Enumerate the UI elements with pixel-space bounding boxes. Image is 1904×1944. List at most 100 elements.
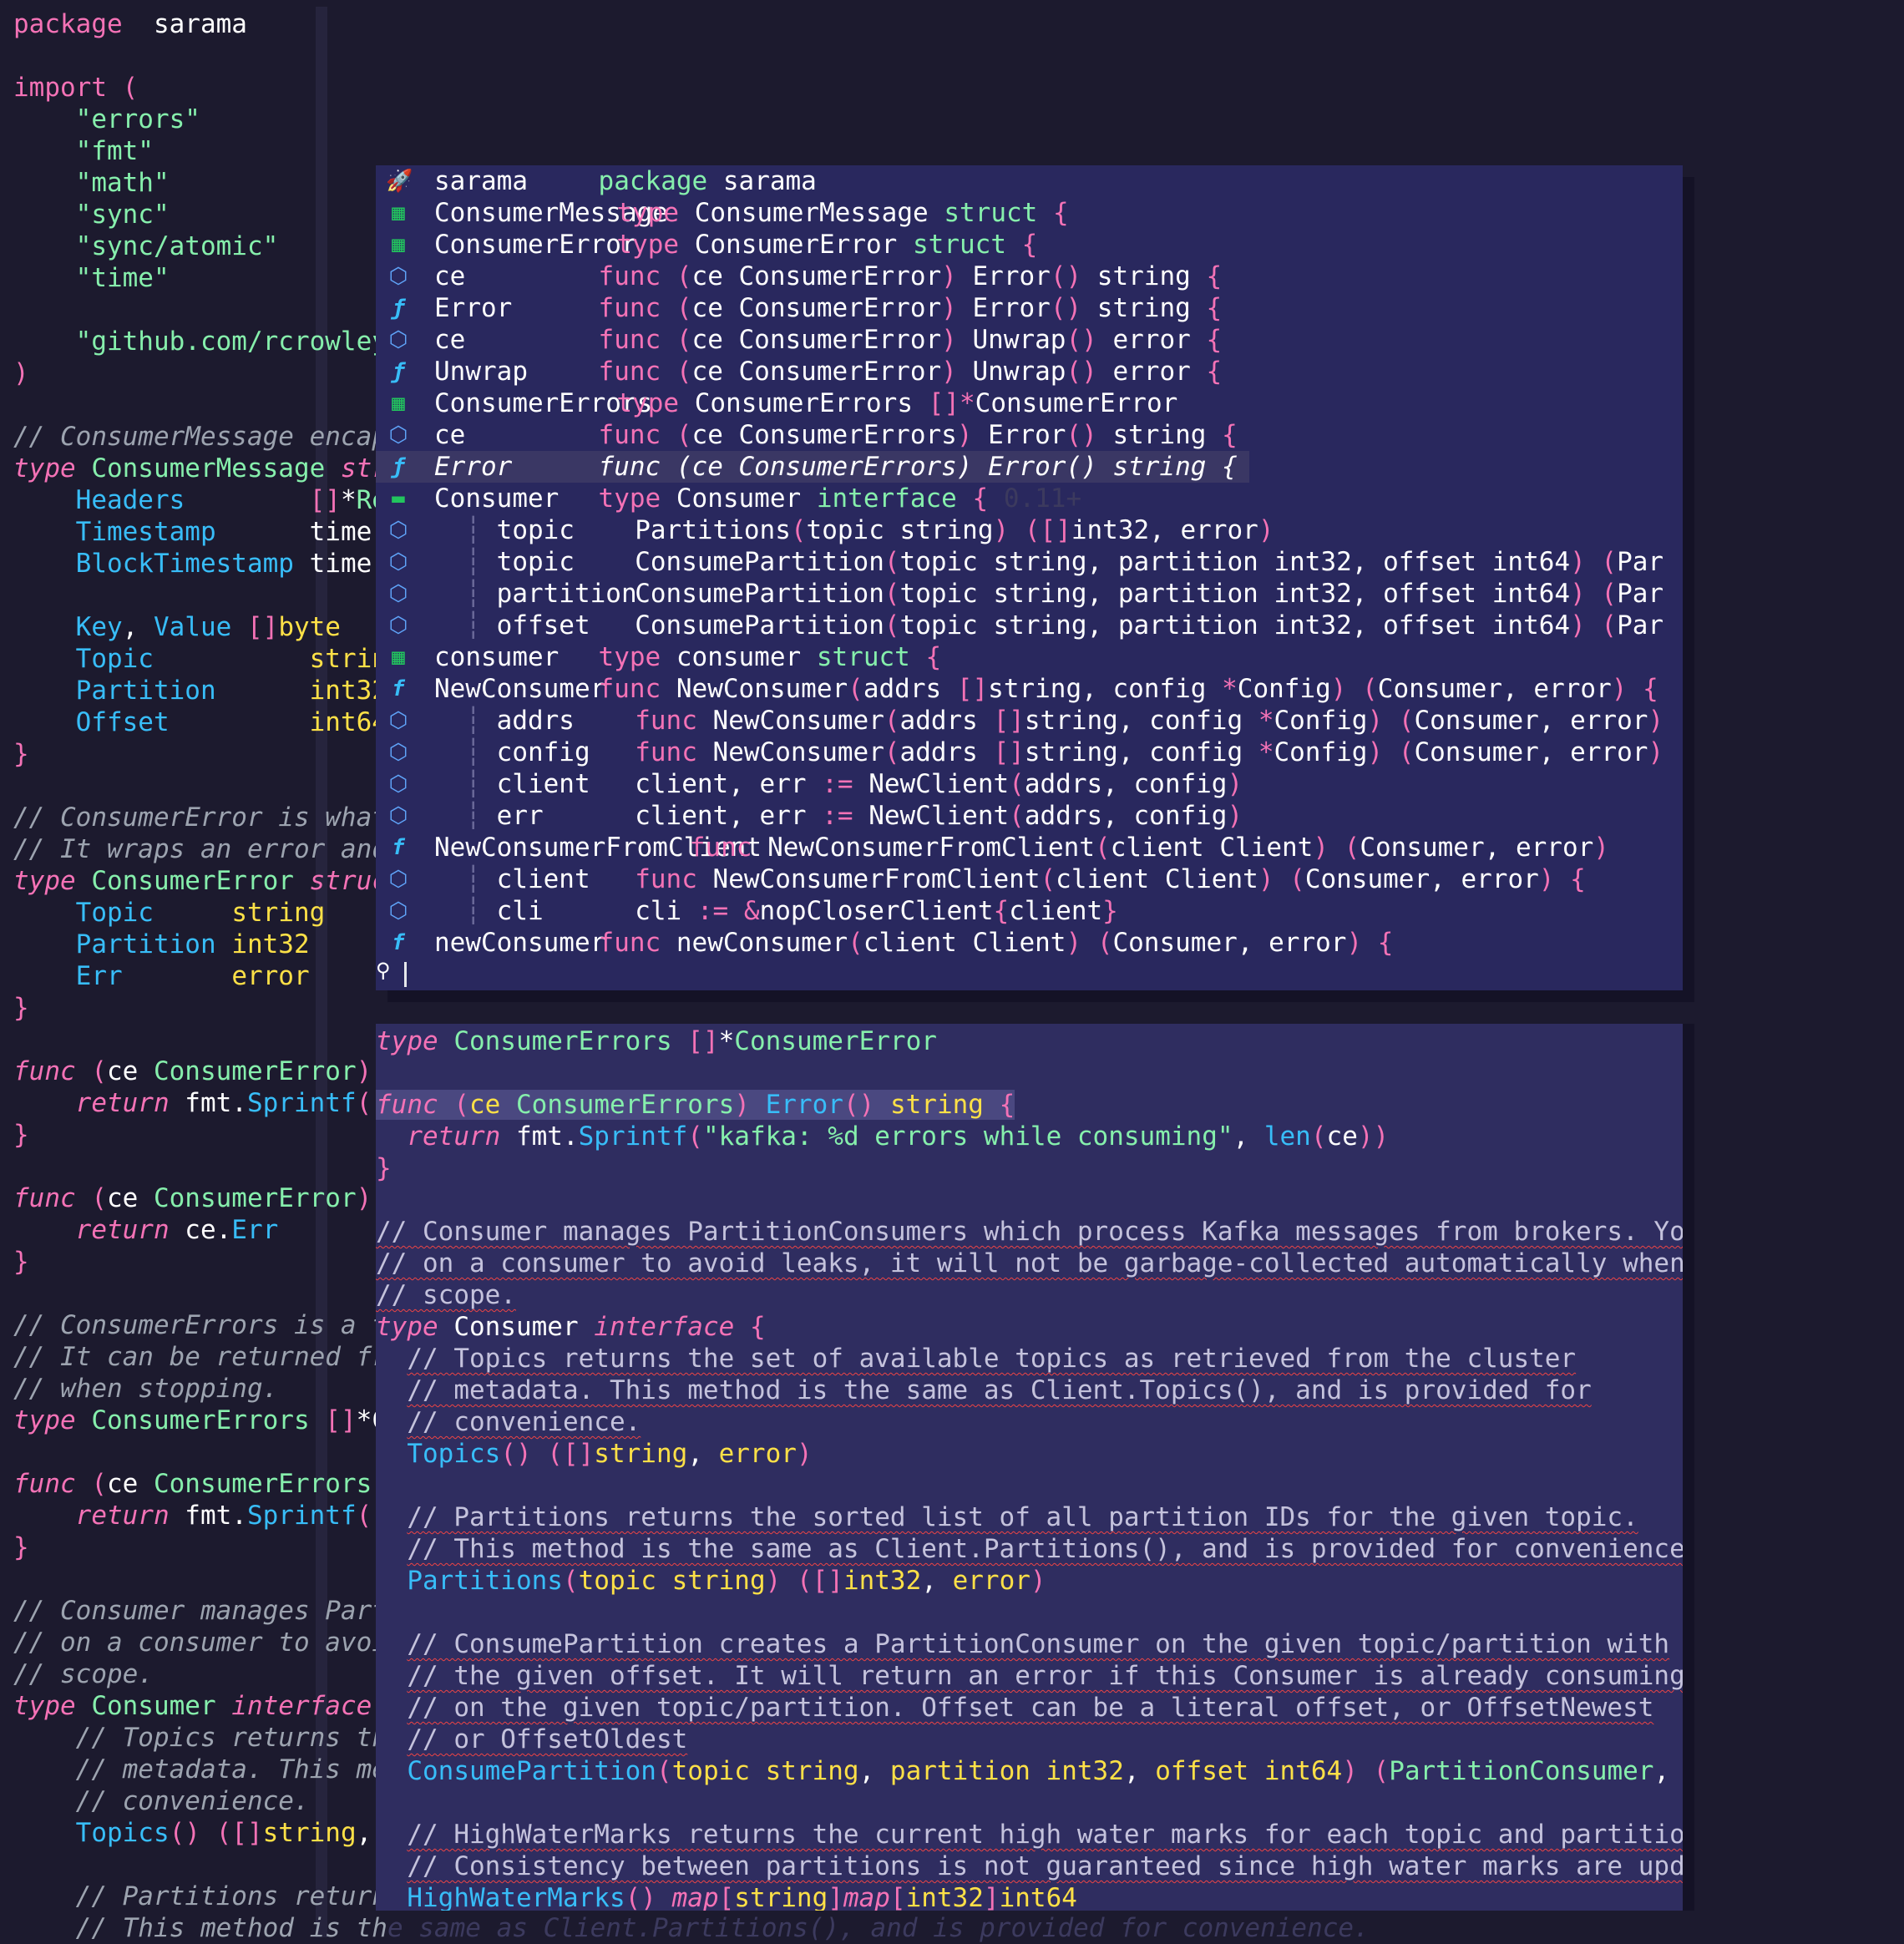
- code-token: ConsumerError: [734, 1026, 937, 1056]
- code-line[interactable]: }: [13, 1531, 29, 1563]
- code-token: {: [1206, 325, 1223, 355]
- completion-item[interactable]: ƒ Error func (ce ConsumerError) Error() st…: [376, 292, 1683, 324]
- completion-item[interactable]: ▦ ConsumerError type ConsumerError struct …: [376, 229, 1683, 261]
- code-line[interactable]: ): [13, 357, 29, 389]
- completion-item-detail: func (ce ConsumerErrors) Error() string …: [599, 419, 1238, 451]
- function-icon: ƒ: [392, 359, 405, 384]
- code-line[interactable]: import (: [13, 72, 138, 104]
- code-token: ConsumerMessage: [75, 453, 326, 483]
- completion-item[interactable]: ⬡ ┆ client func NewConsumerFromClient(cli…: [376, 863, 1683, 895]
- completion-item-label: topic: [496, 515, 575, 545]
- completion-item[interactable]: ⬡ ┆ client client, err := NewClient(addrs…: [376, 768, 1683, 800]
- completion-item[interactable]: ⬡ ce func (ce ConsumerErrors) Error() stri…: [376, 419, 1683, 451]
- code-line[interactable]: // convenience.: [13, 1785, 310, 1817]
- completion-item[interactable]: ⬡ ┆ err client, err := NewClient(addrs, c…: [376, 800, 1683, 832]
- code-line[interactable]: Topic string: [13, 897, 326, 929]
- code-line[interactable]: return ce.Err: [13, 1214, 279, 1246]
- function-icon: ƒ: [392, 454, 405, 479]
- code-line[interactable]: "math": [13, 167, 170, 199]
- code-line[interactable]: }: [13, 1246, 29, 1278]
- code-token: []: [671, 1026, 719, 1056]
- code-token: Error: [972, 420, 1066, 450]
- code-line[interactable]: // when stopping.: [13, 1373, 278, 1405]
- completion-item[interactable]: ▦ consumer type consumer struct {: [376, 641, 1683, 673]
- code-token: (: [661, 325, 692, 355]
- code-line[interactable]: Partition int32: [13, 675, 387, 706]
- code-token: ConsumerError: [153, 1183, 357, 1213]
- code-line[interactable]: Key, Value []byte: [13, 611, 341, 643]
- completion-item[interactable]: ⬡ ┆ topic ConsumePartition(topic string, …: [376, 546, 1683, 578]
- code-token: ,: [1233, 1121, 1264, 1152]
- indent-guide: ┆: [434, 864, 497, 894]
- code-line[interactable]: type ConsumerError struct {: [13, 865, 434, 897]
- code-line[interactable]: Err error: [13, 960, 310, 992]
- completion-item[interactable]: ▬ Consumer type Consumer interface { 0.11+: [376, 483, 1683, 514]
- completion-item-label: Unwrap: [434, 357, 528, 387]
- code-token: ): [1342, 1756, 1358, 1786]
- completion-item[interactable]: ⬡ ┆ addrs func NewConsumer(addrs []string…: [376, 705, 1683, 737]
- code-token: ,: [1123, 1756, 1156, 1786]
- completion-search[interactable]: ⚲: [376, 959, 1683, 990]
- completion-item[interactable]: ⬡ ┆ topic Partitions(topic string) ([]int…: [376, 514, 1683, 546]
- code-token: // on a consumer to avoi: [13, 1628, 387, 1658]
- completion-item[interactable]: f newConsumer func newConsumer(client Clie…: [376, 927, 1683, 959]
- completion-item[interactable]: 🚀 sarama package sarama: [376, 165, 1683, 197]
- code-line[interactable]: Partition int32: [13, 929, 310, 960]
- completion-item-label: Consumer: [434, 483, 560, 514]
- code-token: (: [453, 1090, 469, 1120]
- code-token: (: [790, 515, 807, 545]
- code-token: Consumer, error: [1414, 706, 1648, 736]
- code-token: type: [376, 1026, 438, 1056]
- completion-item[interactable]: ⬡ ┆ config func NewConsumer(addrs []strin…: [376, 737, 1683, 768]
- completion-item[interactable]: f NewConsumerFromClient func NewConsumerFr…: [376, 832, 1683, 863]
- completion-item[interactable]: ▦ ConsumerErrors type ConsumerErrors []*Co…: [376, 387, 1683, 419]
- completion-item[interactable]: ▦ ConsumerMessage type ConsumerMessage str…: [376, 197, 1683, 229]
- code-token: {: [734, 1312, 766, 1342]
- code-token: e same as Client.Partitions(), and is pr…: [387, 1913, 1370, 1943]
- code-token: Topics: [376, 1439, 501, 1469]
- code-line[interactable]: Offset int64: [13, 706, 387, 738]
- completion-item-label: partition: [496, 579, 637, 609]
- code-line[interactable]: }: [13, 1119, 29, 1151]
- code-token: func: [598, 325, 661, 355]
- code-token: // This method is th: [13, 1913, 387, 1943]
- code-line[interactable]: "errors": [13, 104, 200, 135]
- completion-item[interactable]: ƒ Unwrap func (ce ConsumerError) Unwrap() …: [376, 356, 1683, 387]
- code-token: string: [594, 1439, 688, 1469]
- code-token: // ConsumerError is what: [13, 802, 387, 833]
- completion-item-label: ce: [434, 325, 466, 355]
- completion-item[interactable]: ⬡ ┆ offset ConsumePartition(topic string,…: [376, 610, 1683, 641]
- code-line[interactable]: }: [13, 992, 29, 1024]
- completion-item[interactable]: ⬡ ce func (ce ConsumerError) Unwrap() erro…: [376, 324, 1683, 356]
- doc-line: // metadata. This method is the same as …: [376, 1374, 1591, 1406]
- code-line[interactable]: Topic string: [13, 643, 403, 675]
- code-token: (: [1274, 864, 1305, 894]
- code-line[interactable]: "sync": [13, 199, 170, 230]
- completion-item[interactable]: ⬡ ce func (ce ConsumerError) Error() strin…: [376, 261, 1683, 292]
- code-line[interactable]: // This method is the same as Client.Par…: [13, 1912, 1370, 1944]
- code-token: (: [661, 420, 692, 450]
- code-line[interactable]: "fmt": [13, 135, 154, 167]
- code-line[interactable]: // scope.: [13, 1658, 154, 1690]
- code-token: int32: [231, 929, 310, 959]
- code-token: // convenience.: [13, 1786, 310, 1816]
- code-token: }: [1102, 896, 1118, 926]
- code-token: func: [598, 293, 661, 323]
- completion-popup[interactable]: 🚀 sarama package sarama ▦ ConsumerMessage typ…: [376, 165, 1683, 990]
- completion-item-detail: func NewConsumerFromClient(client Client…: [690, 832, 1609, 863]
- variable-icon: ⬡: [388, 264, 408, 289]
- completion-item-detail: ConsumePartition(topic string, partition…: [635, 546, 1663, 578]
- code-token: // Topics returns the set of available t…: [407, 1344, 1577, 1374]
- completion-item-detail: func NewConsumer(addrs []string, config …: [599, 673, 1658, 705]
- code-line[interactable]: "time": [13, 262, 170, 294]
- completion-item[interactable]: ⬡ ┆ cli cli := &nopCloserClient{client}: [376, 895, 1683, 927]
- code-line[interactable]: "sync/atomic": [13, 230, 279, 262]
- completion-item-selected[interactable]: ƒ Error func (ce ConsumerErrors) Error() s…: [376, 451, 1249, 483]
- completion-item[interactable]: ⬡ ┆ partition ConsumePartition(topic stri…: [376, 578, 1683, 610]
- code-token: (: [1095, 833, 1111, 863]
- code-line[interactable]: package sarama: [13, 8, 247, 40]
- code-line[interactable]: type Consumer interface {: [13, 1690, 403, 1722]
- code-line[interactable]: }: [13, 738, 29, 770]
- completion-item[interactable]: f NewConsumer func NewConsumer(addrs []str…: [376, 673, 1683, 705]
